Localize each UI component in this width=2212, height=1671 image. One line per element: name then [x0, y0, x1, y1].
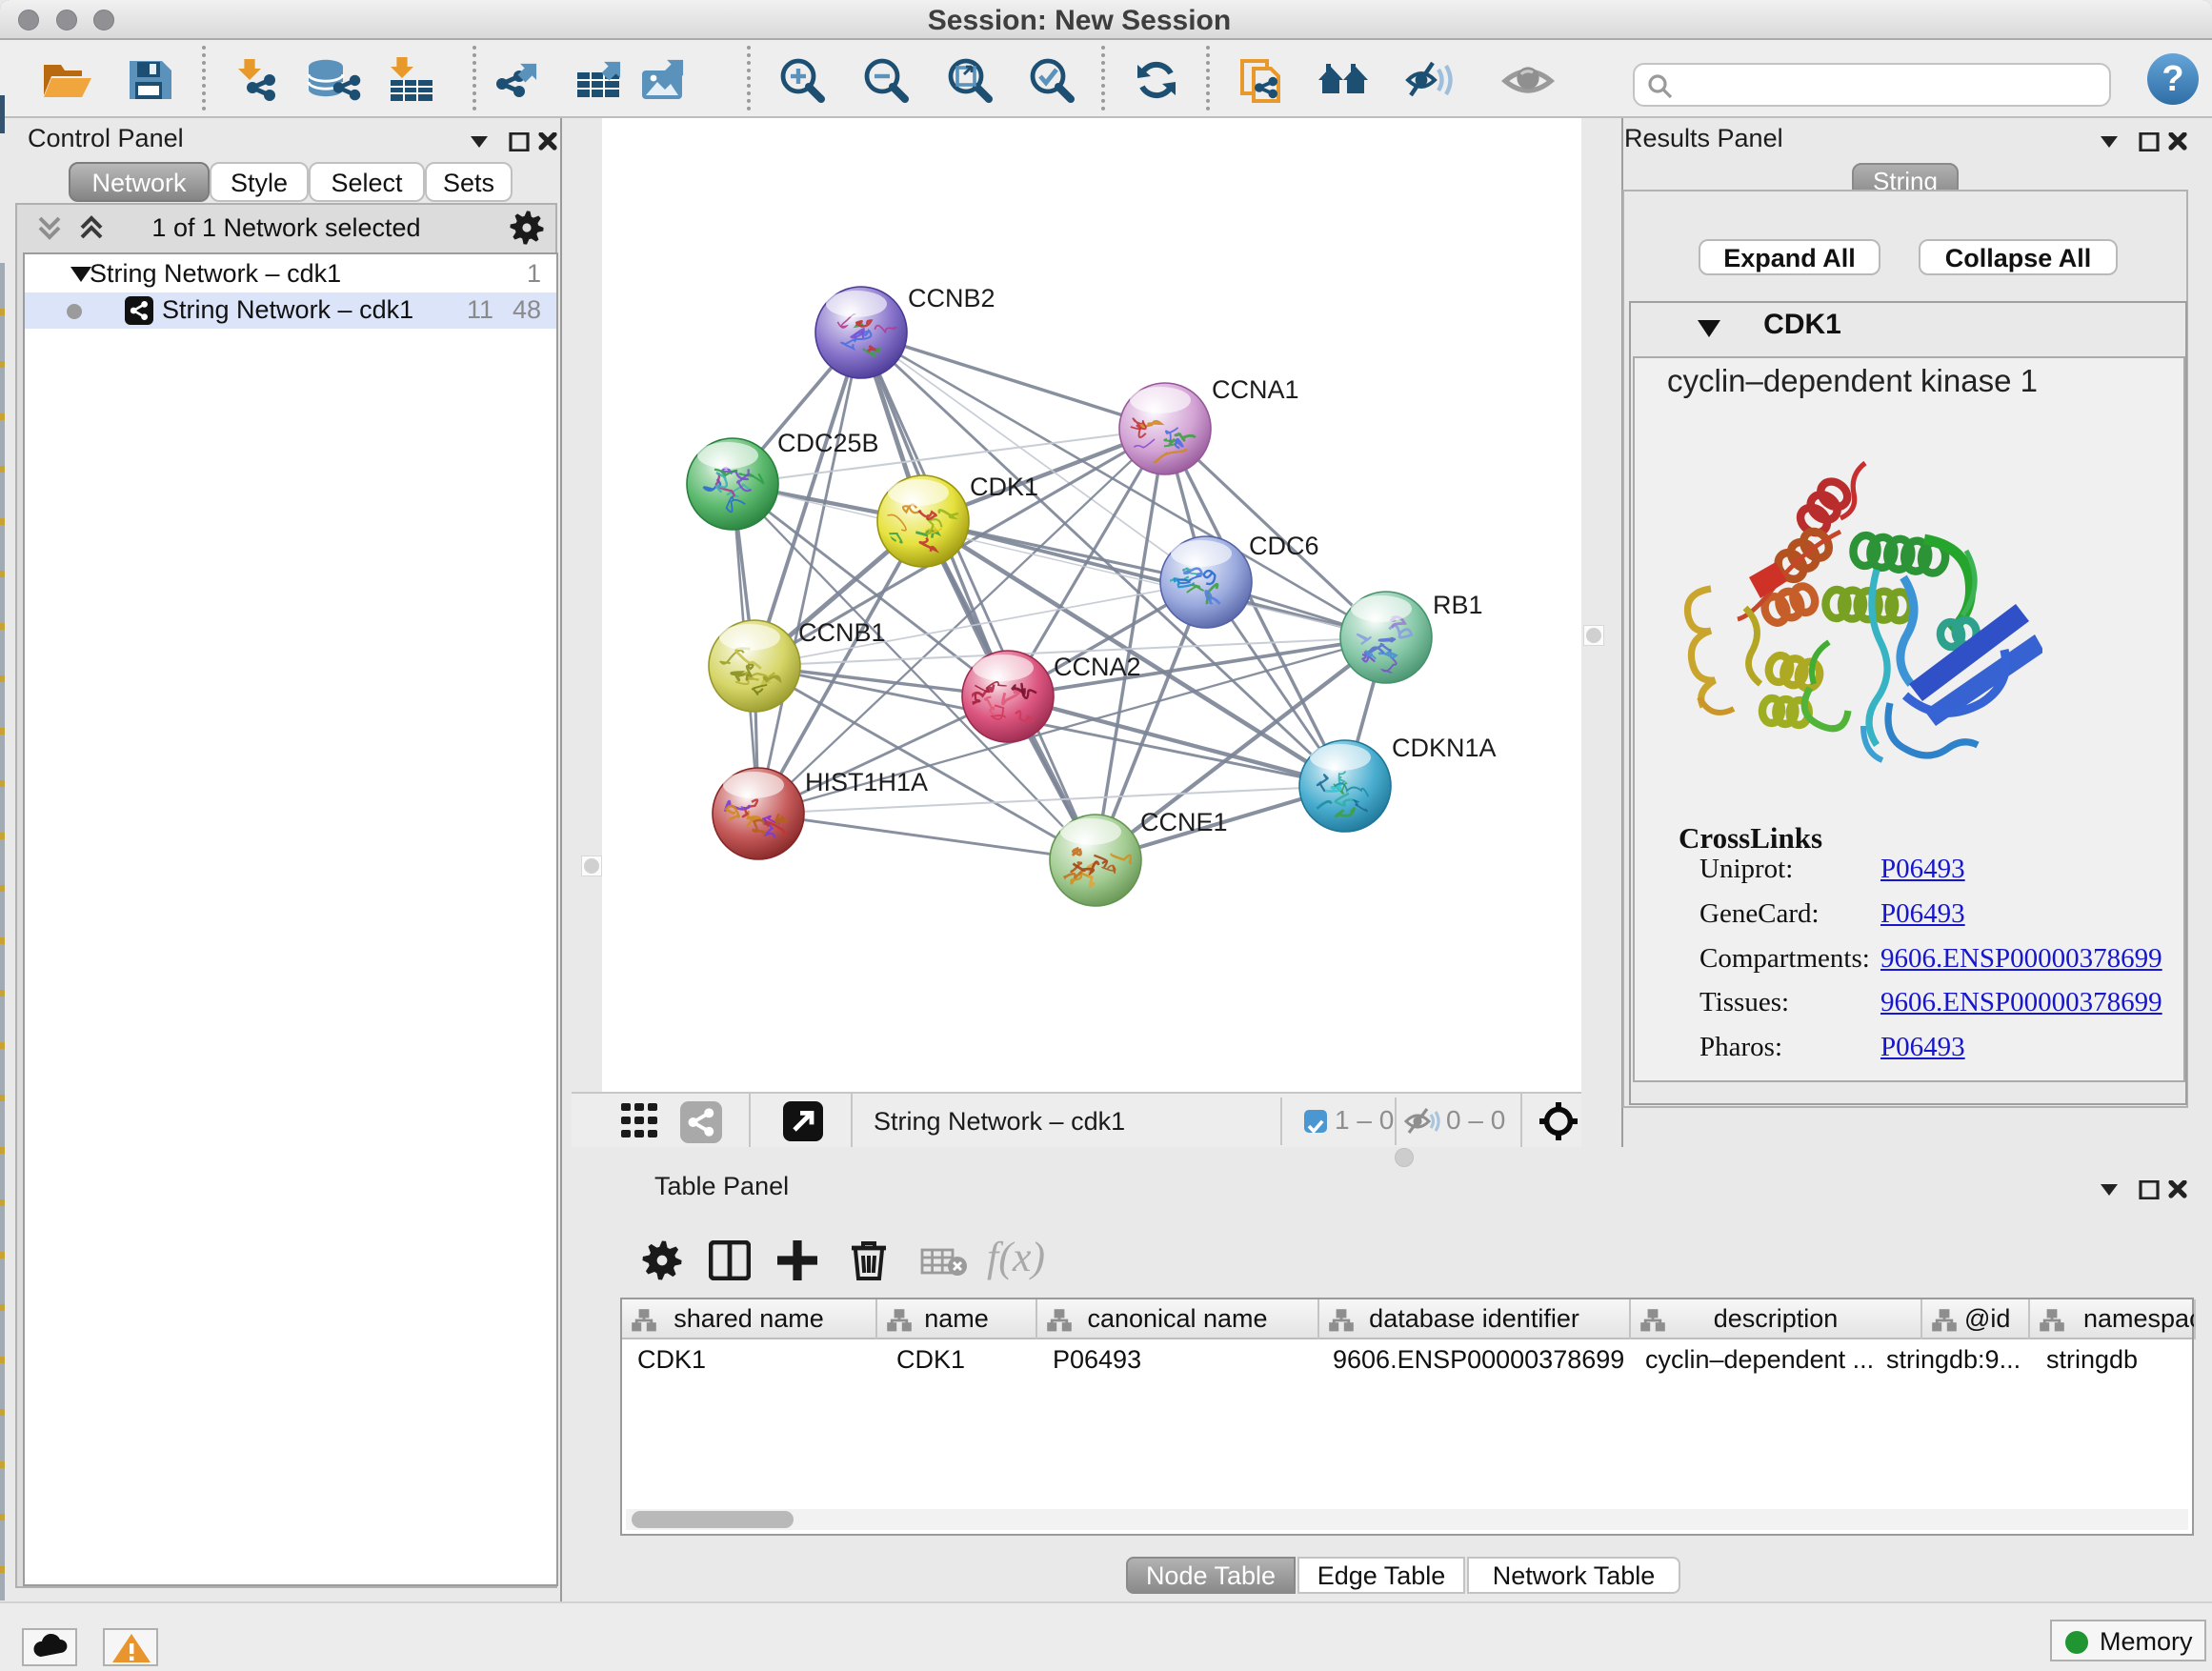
svg-text:CCNB2: CCNB2 [908, 284, 995, 312]
svg-text:CCNE1: CCNE1 [1140, 808, 1228, 836]
svg-text:CDKN1A: CDKN1A [1392, 734, 1497, 762]
svg-text:RB1: RB1 [1433, 591, 1483, 619]
svg-text:CCNB1: CCNB1 [798, 618, 886, 647]
svg-text:CDC6: CDC6 [1249, 532, 1319, 560]
svg-text:HIST1H1A: HIST1H1A [805, 768, 928, 796]
svg-text:CCNA1: CCNA1 [1212, 375, 1299, 404]
svg-text:CDK1: CDK1 [970, 473, 1038, 501]
svg-text:CDC25B: CDC25B [777, 429, 879, 457]
svg-text:CCNA2: CCNA2 [1054, 653, 1141, 681]
